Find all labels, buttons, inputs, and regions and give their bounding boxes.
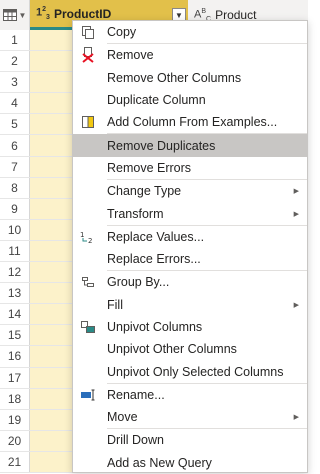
chevron-down-icon: ▼ [18, 10, 27, 20]
menu-item-drill-down[interactable]: Drill Down [73, 429, 307, 451]
table-icon [2, 9, 17, 21]
menu-item-label: Rename... [107, 387, 165, 402]
chevron-right-icon: ▶ [293, 414, 299, 422]
menu-item-label: Add Column From Examples... [107, 115, 278, 130]
menu-item-label: Transform [107, 206, 164, 221]
unpivot-icon [77, 316, 99, 338]
row-number[interactable]: 11 [0, 240, 30, 262]
menu-item-add-as-new-query[interactable]: Add as New Query [73, 452, 307, 474]
menu-item-label: Remove Duplicates [107, 138, 216, 153]
row-number[interactable]: 15 [0, 325, 30, 346]
menu-item-label: Replace Errors... [107, 252, 201, 267]
menu-item-copy[interactable]: Copy [73, 21, 307, 43]
row-number[interactable]: 20 [0, 430, 30, 451]
row-number[interactable]: 9 [0, 198, 30, 219]
menu-item-add-column-from-examples[interactable]: Add Column From Examples... [73, 111, 307, 133]
row-number[interactable]: 10 [0, 219, 30, 240]
menu-item-label: Unpivot Only Selected Columns [107, 364, 284, 379]
menu-item-unpivot-only-selected-columns[interactable]: Unpivot Only Selected Columns [73, 360, 307, 382]
menu-item-transform[interactable]: Transform ▶ [73, 202, 307, 224]
svg-text:1: 1 [80, 231, 84, 239]
column-context-menu: Copy Remove Remove Other Columns Duplicate … [72, 20, 308, 473]
menu-item-label: Drill Down [107, 433, 164, 448]
chevron-right-icon: ▶ [293, 301, 299, 309]
row-number[interactable]: 4 [0, 93, 30, 114]
rename-icon [77, 384, 99, 406]
row-number[interactable]: 3 [0, 72, 30, 93]
menu-item-label: Remove Other Columns [107, 70, 242, 85]
menu-item-unpivot-other-columns[interactable]: Unpivot Other Columns [73, 338, 307, 360]
row-number[interactable]: 1 [0, 30, 30, 51]
row-number[interactable]: 6 [0, 135, 30, 156]
menu-item-label: Replace Values... [107, 229, 205, 244]
remove-column-icon [77, 44, 99, 66]
menu-item-replace-values[interactable]: 1 2 Replace Values... [73, 226, 307, 248]
row-number[interactable]: 13 [0, 283, 30, 304]
menu-item-fill[interactable]: Fill ▶ [73, 294, 307, 316]
menu-item-label: Duplicate Column [107, 93, 206, 108]
menu-item-move[interactable]: Move ▶ [73, 406, 307, 428]
row-number[interactable]: 21 [0, 451, 30, 472]
menu-item-label: Remove Errors [107, 160, 192, 175]
menu-item-remove-duplicates[interactable]: Remove Duplicates [73, 134, 307, 157]
group-by-icon [77, 271, 99, 293]
chevron-right-icon: ▶ [293, 210, 299, 218]
row-number[interactable]: 12 [0, 262, 30, 283]
menu-item-label: Move [107, 410, 138, 425]
menu-item-label: Unpivot Columns [107, 320, 203, 334]
row-number[interactable]: 5 [0, 114, 30, 135]
column-examples-icon [77, 111, 99, 133]
menu-item-unpivot-columns[interactable]: Unpivot Columns [73, 316, 307, 338]
menu-item-replace-errors[interactable]: Replace Errors... [73, 248, 307, 270]
row-number[interactable]: 17 [0, 367, 30, 388]
menu-item-remove-errors[interactable]: Remove Errors [73, 157, 307, 179]
column-name: ProductID [53, 6, 112, 21]
row-number[interactable]: 2 [0, 51, 30, 72]
menu-item-label: Fill [107, 297, 123, 312]
table-menu-button[interactable]: ▼ [0, 0, 30, 30]
svg-text:2: 2 [88, 237, 92, 244]
menu-item-change-type[interactable]: Change Type ▶ [73, 180, 307, 202]
whole-number-type-icon[interactable]: 123 [36, 6, 50, 21]
row-number[interactable]: 14 [0, 304, 30, 325]
chevron-right-icon: ▶ [293, 188, 299, 196]
menu-item-remove[interactable]: Remove [73, 44, 307, 66]
row-number[interactable]: 7 [0, 156, 30, 177]
row-number[interactable]: 18 [0, 388, 30, 409]
menu-item-duplicate-column[interactable]: Duplicate Column [73, 89, 307, 111]
row-number[interactable]: 19 [0, 409, 30, 430]
copy-icon [77, 21, 99, 43]
menu-item-remove-other-columns[interactable]: Remove Other Columns [73, 67, 307, 89]
menu-item-label: Remove [107, 48, 154, 63]
menu-item-group-by[interactable]: Group By... [73, 271, 307, 293]
menu-item-rename[interactable]: Rename... [73, 384, 307, 406]
row-number[interactable]: 16 [0, 346, 30, 367]
menu-item-label: Copy [107, 25, 137, 40]
replace-values-icon: 12 [77, 226, 99, 248]
row-number[interactable]: 8 [0, 177, 30, 198]
menu-item-label: Unpivot Other Columns [107, 342, 237, 357]
menu-item-label: Change Type [107, 184, 182, 199]
menu-item-label: Group By... [107, 275, 170, 290]
menu-item-label: Add as New Query [107, 455, 212, 470]
